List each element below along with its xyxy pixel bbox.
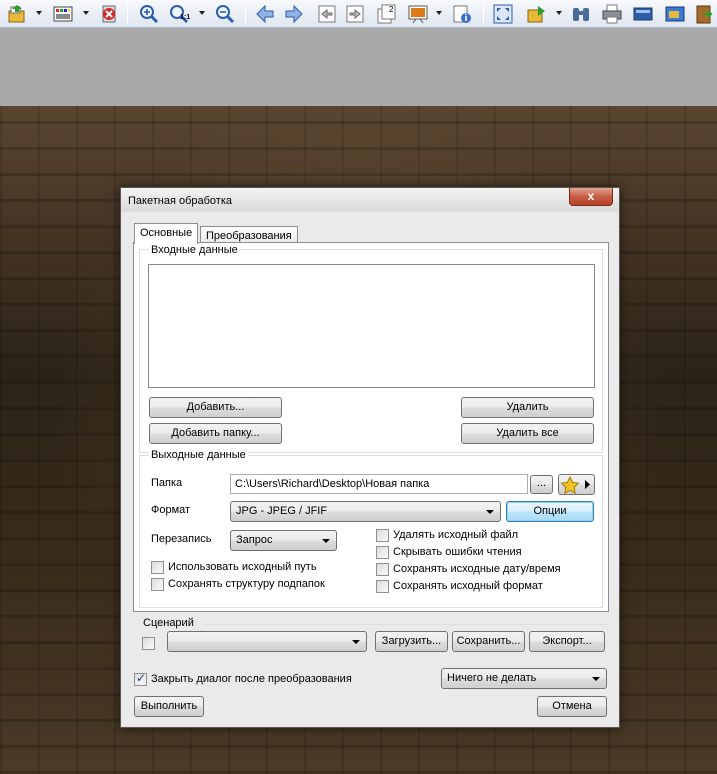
arrow-left-icon[interactable] <box>254 3 276 25</box>
chevron-down-icon <box>322 539 330 543</box>
dialog-titlebar[interactable]: Пакетная обработка x <box>121 188 619 212</box>
input-file-list[interactable] <box>148 264 595 388</box>
checkbox-box <box>376 563 389 576</box>
dialog-title: Пакетная обработка <box>128 195 232 207</box>
scenario-divider <box>205 624 609 625</box>
options-button[interactable]: Опции <box>506 501 594 522</box>
page-number-label: 2 <box>389 5 394 14</box>
checkbox-label: Сохранять структуру подпапок <box>168 578 325 590</box>
scanner-icon[interactable] <box>632 3 654 25</box>
browse-folder-button[interactable]: ... <box>530 475 553 494</box>
open-dropdown-arrow[interactable] <box>36 11 42 15</box>
delete-source-checkbox[interactable]: Удалять исходный файл <box>376 529 518 543</box>
input-group-label: Входные данные <box>149 244 240 256</box>
checkbox-box <box>151 561 164 574</box>
checkbox-box <box>134 672 147 686</box>
overwrite-select-value: Запрос <box>236 534 273 546</box>
scenario-group-label: Сценарий <box>141 617 196 629</box>
keep-datetime-checkbox[interactable]: Сохранять исходные дату/время <box>376 563 561 577</box>
checkbox-box <box>151 578 164 591</box>
close-button[interactable]: x <box>569 188 613 206</box>
format-select-value: JPG - JPEG / JFIF <box>236 505 328 517</box>
checkbox-box <box>376 580 389 593</box>
main-toolbar: 1:1 2 <box>0 0 717 28</box>
folder-label: Папка <box>151 477 183 489</box>
tab-transformations-label: Преобразования <box>206 230 292 242</box>
toolbar-spacer <box>0 28 717 106</box>
scenario-checkbox[interactable] <box>142 637 159 651</box>
format-select[interactable]: JPG - JPEG / JFIF <box>230 501 501 522</box>
checkbox-label: Сохранять исходные дату/время <box>393 563 561 575</box>
zoom-dropdown-arrow[interactable] <box>199 11 205 15</box>
slideshow-dropdown-arrow[interactable] <box>436 11 442 15</box>
toolbar-separator <box>245 4 246 24</box>
close-after-conversion-checkbox[interactable]: Закрыть диалог после преобразования <box>134 672 352 687</box>
checkbox-box <box>142 637 155 650</box>
chevron-down-icon <box>592 677 600 681</box>
favorites-button[interactable] <box>558 474 595 495</box>
binoculars-icon[interactable] <box>570 3 592 25</box>
info-icon[interactable] <box>451 3 473 25</box>
copy-to-dropdown-arrow[interactable] <box>556 11 562 15</box>
use-source-path-checkbox[interactable]: Использовать исходный путь <box>151 561 317 575</box>
star-icon <box>560 475 590 495</box>
delete-icon[interactable] <box>98 3 120 25</box>
page-number-icon[interactable] <box>375 3 397 25</box>
hide-read-errors-checkbox[interactable]: Скрывать ошибки чтения <box>376 546 522 560</box>
checkbox-label: Использовать исходный путь <box>168 561 317 573</box>
zoom-out-icon[interactable] <box>214 3 236 25</box>
palette-icon[interactable] <box>52 3 74 25</box>
overwrite-label: Перезапись <box>151 533 212 545</box>
after-action-select[interactable]: Ничего не делать <box>441 668 607 689</box>
cancel-button[interactable]: Отмена <box>537 696 607 717</box>
overwrite-select[interactable]: Запрос <box>230 530 337 551</box>
save-scenario-button[interactable]: Сохранить... <box>452 631 525 652</box>
checkbox-label: Удалять исходный файл <box>393 529 519 541</box>
export-scenario-button[interactable]: Экспорт... <box>529 631 605 652</box>
format-label: Формат <box>151 504 191 516</box>
tab-panel-main: Входные данные Добавить... Добавить папк… <box>133 242 609 612</box>
keep-subfolder-structure-checkbox[interactable]: Сохранять структуру подпапок <box>151 578 325 592</box>
close-icon: x <box>587 189 595 203</box>
screenshot-icon[interactable] <box>664 3 686 25</box>
tab-main[interactable]: Основные <box>134 223 199 244</box>
remove-button[interactable]: Удалить <box>461 397 594 418</box>
print-icon[interactable] <box>601 3 623 25</box>
load-scenario-button[interactable]: Загрузить... <box>375 631 448 652</box>
prev-page-icon[interactable] <box>316 3 338 25</box>
checkbox-label: Сохранять исходный формат <box>393 580 543 592</box>
add-folder-button[interactable]: Добавить папку... <box>149 423 282 444</box>
arrow-right-icon[interactable] <box>283 3 305 25</box>
checkbox-label: Закрыть диалог после преобразования <box>151 673 352 685</box>
chevron-down-icon <box>486 510 494 514</box>
next-page-icon[interactable] <box>344 3 366 25</box>
output-group-label: Выходные данные <box>149 449 248 461</box>
output-folder-field[interactable]: C:\Users\Richard\Desktop\Новая папка <box>230 474 528 494</box>
exit-icon[interactable] <box>693 3 715 25</box>
add-button[interactable]: Добавить... <box>149 397 282 418</box>
after-action-select-value: Ничего не делать <box>447 672 537 684</box>
scenario-select[interactable] <box>167 631 367 652</box>
zoom-in-icon[interactable] <box>138 3 160 25</box>
batch-processing-dialog: Пакетная обработка x Основные Преобразов… <box>120 187 620 728</box>
checkbox-box <box>376 529 389 542</box>
palette-dropdown-arrow[interactable] <box>83 11 89 15</box>
fit-screen-icon[interactable] <box>492 3 514 25</box>
slideshow-icon[interactable] <box>407 3 429 25</box>
checkbox-label: Скрывать ошибки чтения <box>393 546 522 558</box>
chevron-down-icon <box>352 640 360 644</box>
checkbox-box <box>376 546 389 559</box>
copy-to-icon[interactable] <box>526 3 548 25</box>
toolbar-separator <box>127 4 128 24</box>
remove-all-button[interactable]: Удалить все <box>461 423 594 444</box>
tab-main-label: Основные <box>140 227 193 239</box>
keep-source-format-checkbox[interactable]: Сохранять исходный формат <box>376 580 543 594</box>
zoom-actual-label: 1:1 <box>180 14 191 21</box>
open-icon[interactable] <box>6 3 28 25</box>
toolbar-separator <box>483 4 484 24</box>
run-button[interactable]: Выполнить <box>134 696 204 717</box>
